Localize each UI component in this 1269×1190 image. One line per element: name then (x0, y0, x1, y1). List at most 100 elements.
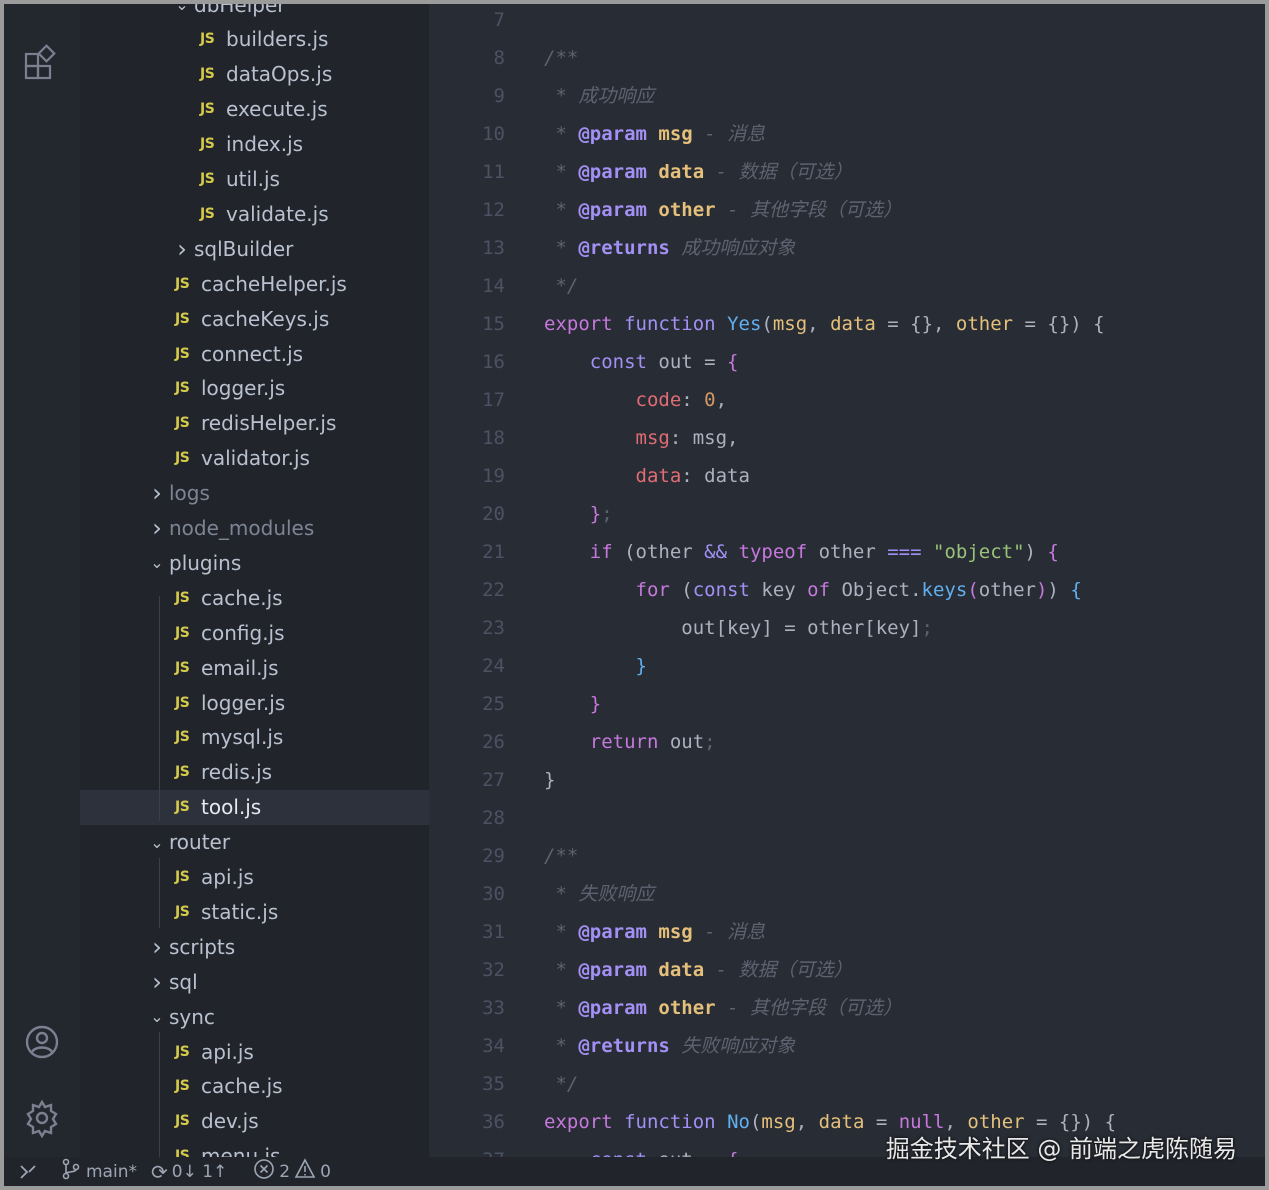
folder-item[interactable]: › scripts (80, 929, 429, 964)
code-token: - (704, 959, 739, 981)
file-item[interactable]: JS menu.js (80, 1139, 429, 1157)
file-item[interactable]: JS api.js (80, 860, 429, 895)
code-token: data (830, 313, 876, 335)
code-token: * (544, 161, 579, 183)
code-text: * 成功响应 (544, 77, 654, 115)
file-item[interactable]: JS config.js (80, 615, 429, 650)
js-file-icon: JS (175, 1113, 190, 1130)
code-line: 8 /** (429, 39, 1265, 77)
js-file-icon: JS (175, 450, 190, 467)
folder-item[interactable]: › node_modules (80, 511, 429, 546)
code-token: other (955, 313, 1014, 335)
line-number: 17 (482, 389, 505, 411)
js-file-icon: JS (175, 1148, 190, 1157)
file-item[interactable]: JS email.js (80, 650, 429, 685)
code-text: return out; (544, 723, 716, 761)
code-token: 失败响应对象 (681, 1035, 796, 1057)
line-number: 18 (482, 427, 505, 449)
settings-gear-icon[interactable] (22, 1098, 62, 1139)
line-number: 33 (482, 997, 505, 1019)
code-line: 28 (429, 799, 1265, 837)
code-text: * 失败响应 (544, 875, 654, 913)
code-token: function (624, 313, 716, 335)
folder-item[interactable]: ⌄ router (80, 825, 429, 860)
folder-item[interactable]: ⌄ dbHelper (80, 4, 429, 22)
js-file-icon: JS (175, 624, 190, 641)
code-token: * (544, 237, 579, 259)
code-line: 15 export function Yes(msg, data = {}, ot… (429, 305, 1265, 343)
folder-item[interactable]: › logs (80, 476, 429, 511)
code-text: * @param data - 数据（可选） (544, 951, 852, 989)
extensions-icon[interactable] (22, 42, 62, 82)
file-item[interactable]: JS cacheKeys.js (80, 301, 429, 336)
file-item[interactable]: JS dataOps.js (80, 57, 429, 92)
js-file-icon: JS (175, 799, 190, 816)
file-item[interactable]: JS static.js (80, 894, 429, 929)
file-item[interactable]: JS tool.js (80, 789, 429, 825)
code-token: 消息 (727, 123, 766, 145)
code-editor[interactable]: 7 8/** 9 * 成功响应 10 * @param msg - 消息 11 * @p… (429, 4, 1265, 1157)
item-label: api.js (201, 1039, 254, 1064)
code-token: @returns (578, 1035, 670, 1057)
file-item[interactable]: JS util.js (80, 162, 429, 197)
code-token: * (544, 1035, 579, 1057)
code-line: 32 * @param data - 数据（可选） (429, 951, 1265, 989)
code-token: 其他字段（可选） (749, 199, 902, 221)
file-item[interactable]: JS cacheHelper.js (80, 266, 429, 301)
code-text: }; (544, 495, 613, 533)
file-item[interactable]: JS api.js (80, 1034, 429, 1069)
sync-icon: ⟳ (150, 1159, 168, 1184)
code-line: 33 * @param other - 其他字段（可选） (429, 989, 1265, 1027)
file-item[interactable]: JS builders.js (80, 22, 429, 57)
file-item[interactable]: JS dev.js (80, 1104, 429, 1139)
file-item[interactable]: JS connect.js (80, 336, 429, 371)
problems-indicator[interactable]: 2 0 (253, 1158, 331, 1185)
folder-item[interactable]: › sqlBuilder (80, 231, 429, 266)
item-label: dataOps.js (226, 62, 333, 87)
folder-item[interactable]: › sql (80, 964, 429, 999)
file-item[interactable]: JS cache.js (80, 580, 429, 615)
explorer-sidebar: ⌄ dbHelper JS builders.js JS dataOps.js JS exec… (80, 4, 429, 1157)
code-text: export function Yes(msg, data = {}, othe… (544, 305, 1105, 343)
chevron-right-icon: › (152, 932, 162, 961)
branch-indicator[interactable]: main* (60, 1158, 137, 1185)
indent-guide (159, 596, 160, 821)
code-text: /** (544, 837, 578, 875)
file-item[interactable]: JS validate.js (80, 196, 429, 231)
file-item[interactable]: JS cache.js (80, 1069, 429, 1104)
item-label: node_modules (169, 516, 315, 540)
file-item[interactable]: JS mysql.js (80, 720, 429, 755)
file-item[interactable]: JS redis.js (80, 755, 429, 790)
item-label: connect.js (201, 341, 304, 366)
file-item[interactable]: JS logger.js (80, 685, 429, 720)
code-token: - (692, 123, 728, 145)
code-token: other (658, 997, 716, 1019)
sync-indicator[interactable]: ⟳ 0↓ 1↑ (151, 1160, 227, 1184)
code-token: typeof (738, 541, 808, 563)
line-number: 28 (482, 807, 505, 829)
code-line: 29 /** (429, 837, 1265, 875)
js-file-icon: JS (200, 171, 215, 187)
code-text: * @returns 成功响应对象 (544, 229, 795, 267)
remote-icon[interactable] (18, 1162, 38, 1182)
code-token: @param (578, 199, 647, 221)
code-token: 消息 (727, 921, 766, 943)
folder-item[interactable]: ⌄ sync (80, 999, 429, 1034)
item-label: sync (169, 1004, 215, 1029)
account-icon[interactable] (22, 1022, 62, 1062)
code-token: out[key] = other[key] (681, 617, 922, 639)
file-item[interactable]: JS validator.js (80, 441, 429, 476)
file-item[interactable]: JS logger.js (80, 371, 429, 406)
folder-item[interactable]: ⌄ plugins (80, 545, 429, 580)
file-item[interactable]: JS redisHelper.js (80, 406, 429, 441)
file-item[interactable]: JS index.js (80, 127, 429, 162)
item-label: validator.js (201, 446, 310, 471)
file-item[interactable]: JS execute.js (80, 92, 429, 127)
code-line: 14 */ (429, 267, 1265, 305)
js-file-icon: JS (175, 1078, 190, 1095)
